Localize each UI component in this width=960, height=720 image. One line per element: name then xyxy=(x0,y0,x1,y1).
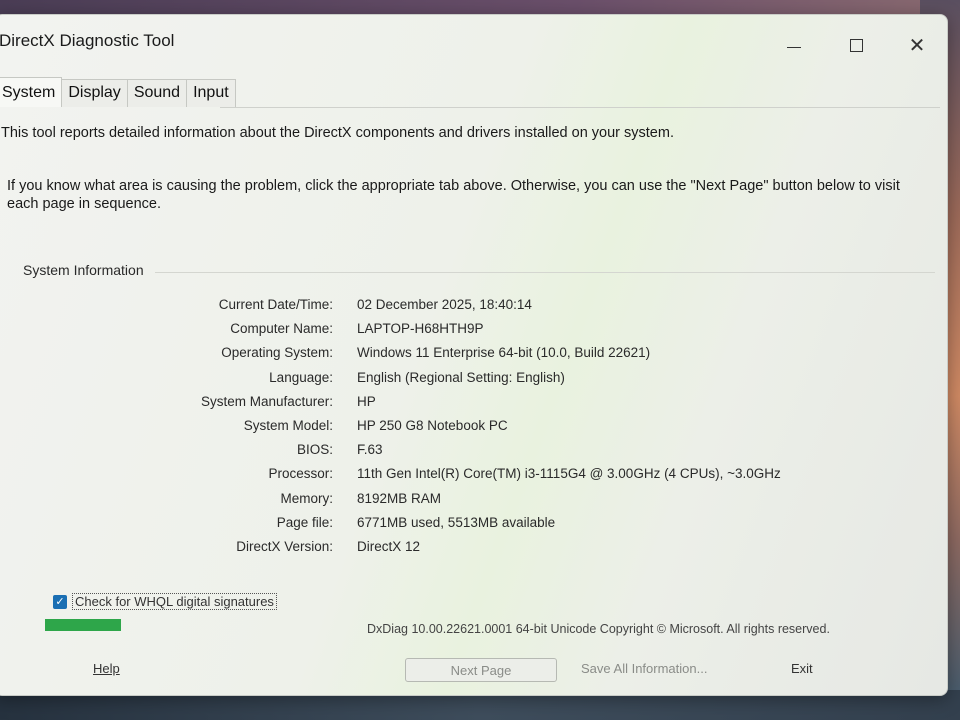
tab-input-label: Input xyxy=(193,84,229,101)
info-label: System Model: xyxy=(243,417,333,433)
progress-bar xyxy=(45,619,121,631)
info-label: System Manufacturer: xyxy=(200,393,333,409)
info-row-memory: Memory: 8192MB RAM xyxy=(165,489,865,513)
copyright-text: DxDiag 10.00.22621.0001 64-bit Unicode C… xyxy=(367,622,830,636)
info-value: 11th Gen Intel(R) Core(TM) i3-1115G4 @ 3… xyxy=(357,466,781,482)
info-value: 6771MB used, 5513MB available xyxy=(357,514,556,530)
info-value: HP xyxy=(357,393,376,409)
save-all-information-button[interactable]: Save All Information... xyxy=(581,661,707,676)
tab-sound[interactable]: Sound xyxy=(126,79,188,107)
info-label: Page file: xyxy=(276,514,333,530)
tab-display-label: Display xyxy=(68,84,121,101)
info-value: DirectX 12 xyxy=(357,538,421,554)
info-value: 8192MB RAM xyxy=(357,490,442,506)
next-page-button[interactable]: Next Page xyxy=(405,658,557,682)
exit-button[interactable]: Exit xyxy=(791,661,813,676)
title-bar[interactable]: DirectX Diagnostic Tool ✕ xyxy=(0,15,947,71)
info-label: BIOS: xyxy=(296,442,333,458)
whql-checkbox-row: ✓ Check for WHQL digital signatures xyxy=(53,593,277,610)
close-icon: ✕ xyxy=(908,35,926,57)
minimize-button[interactable] xyxy=(775,33,815,61)
info-row-system-model: System Model: HP 250 G8 Notebook PC xyxy=(165,416,865,440)
intro-text: This tool reports detailed information a… xyxy=(1,125,674,141)
tab-display[interactable]: Display xyxy=(61,79,128,107)
maximize-icon xyxy=(850,39,863,52)
group-divider xyxy=(155,272,935,273)
whql-checkbox[interactable]: ✓ xyxy=(53,594,67,609)
tab-input[interactable]: Input xyxy=(186,79,236,107)
info-row-directx-version: DirectX Version: DirectX 12 xyxy=(165,537,865,561)
info-row-date-time: Current Date/Time: 02 December 2025, 18:… xyxy=(165,295,865,319)
minimize-icon xyxy=(787,47,801,48)
system-information-group-label: System Information xyxy=(23,262,144,278)
info-row-processor: Processor: 11th Gen Intel(R) Core(TM) i3… xyxy=(165,464,865,488)
dxdiag-window: DirectX Diagnostic Tool ✕ System Display… xyxy=(0,14,948,696)
system-information-list: Current Date/Time: 02 December 2025, 18:… xyxy=(165,295,865,561)
progress-bar-fill xyxy=(45,619,121,631)
info-row-computer-name: Computer Name: LAPTOP-H68HTH9P xyxy=(165,319,865,343)
info-label: Memory: xyxy=(280,490,333,506)
whql-checkbox-label[interactable]: Check for WHQL digital signatures xyxy=(72,593,277,610)
info-row-language: Language: English (Regional Setting: Eng… xyxy=(165,368,865,392)
tab-strip: System Display Sound Input xyxy=(0,77,236,109)
checkmark-icon: ✓ xyxy=(55,595,65,608)
info-value: F.63 xyxy=(357,442,383,458)
info-value: Windows 11 Enterprise 64-bit (10.0, Buil… xyxy=(357,345,651,361)
info-row-page-file: Page file: 6771MB used, 5513MB available xyxy=(165,513,865,537)
tab-divider xyxy=(220,107,940,108)
info-label: DirectX Version: xyxy=(236,538,333,554)
info-row-bios: BIOS: F.63 xyxy=(165,440,865,464)
window-title: DirectX Diagnostic Tool xyxy=(0,31,175,50)
info-row-system-manufacturer: System Manufacturer: HP xyxy=(165,392,865,416)
tab-system[interactable]: System xyxy=(0,77,63,107)
tab-system-label: System xyxy=(2,84,56,101)
info-label: Current Date/Time: xyxy=(218,297,333,312)
info-label: Computer Name: xyxy=(230,321,333,337)
help-button[interactable]: Help xyxy=(93,661,120,676)
info-value: 02 December 2025, 18:40:14 xyxy=(357,297,532,312)
info-label: Language: xyxy=(269,369,333,385)
info-value: LAPTOP-H68HTH9P xyxy=(357,321,484,337)
tab-sound-label: Sound xyxy=(133,84,181,101)
info-row-operating-system: Operating System: Windows 11 Enterprise … xyxy=(165,343,865,367)
close-button[interactable]: ✕ xyxy=(897,33,937,61)
info-label: Operating System: xyxy=(221,345,333,361)
maximize-button[interactable] xyxy=(837,33,877,61)
instructions-text: If you know what area is causing the pro… xyxy=(7,178,900,212)
info-value: HP 250 G8 Notebook PC xyxy=(357,417,508,433)
info-label: Processor: xyxy=(268,466,333,482)
info-value: English (Regional Setting: English) xyxy=(357,369,565,385)
